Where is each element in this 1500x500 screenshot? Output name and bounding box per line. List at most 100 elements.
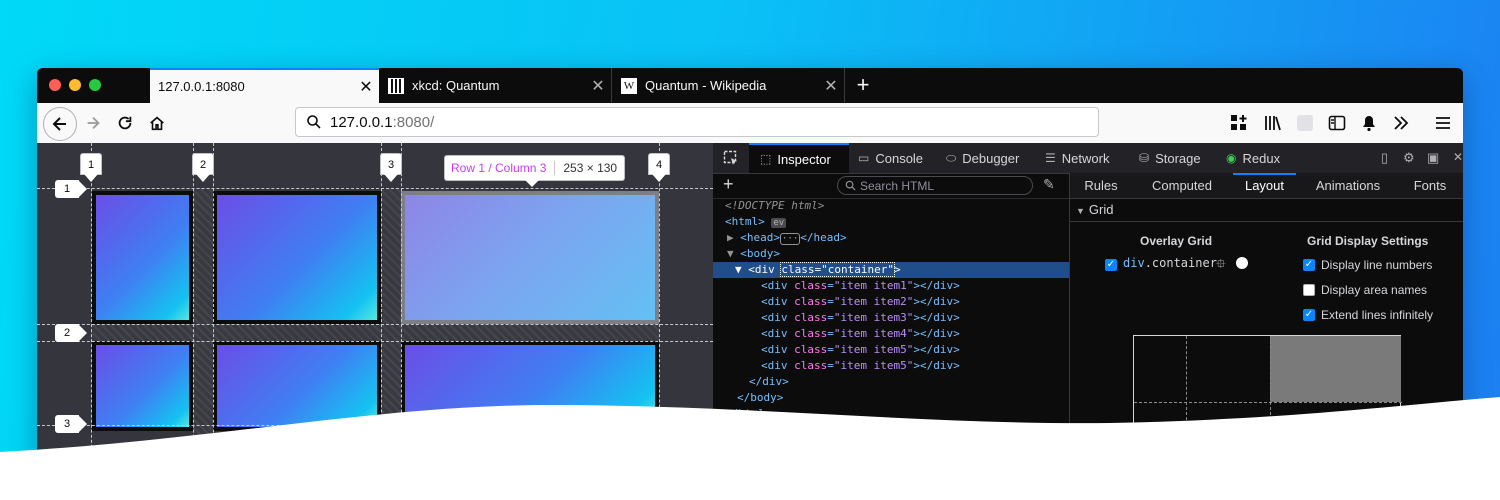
- grid-item-node[interactable]: <div class="item item5"></div>: [761, 358, 960, 374]
- display-line-numbers-checkbox[interactable]: ✓: [1303, 259, 1315, 271]
- tab-redux[interactable]: ◉ Redux: [1226, 143, 1280, 173]
- highlight-target-icon[interactable]: ⯐: [1216, 255, 1226, 277]
- tab-fonts[interactable]: Fonts: [1403, 173, 1457, 198]
- extensions-button[interactable]: [1225, 109, 1253, 137]
- grid-section-header[interactable]: ▼ Grid: [1076, 202, 1113, 217]
- notification-button[interactable]: [1355, 109, 1383, 137]
- grid-row-line: [37, 425, 713, 426]
- sidebar-icon: [1328, 115, 1346, 131]
- container-div-node-selected[interactable]: ▼ <div class="container">: [713, 262, 1069, 278]
- grid-item-node[interactable]: <div class="item item3"></div>: [761, 310, 960, 326]
- collapse-arrow-icon: ▼: [1076, 206, 1085, 216]
- highlighted-grid-cell[interactable]: [1270, 336, 1401, 402]
- close-tab-icon[interactable]: ✕: [818, 76, 844, 96]
- body-node[interactable]: ▼ <body>: [727, 246, 780, 262]
- grid-column-number: 3: [380, 153, 402, 182]
- overlay-grid-title: Overlay Grid: [1140, 234, 1213, 248]
- maximize-window-button[interactable]: [89, 79, 101, 91]
- wikipedia-favicon-icon: W: [621, 77, 637, 94]
- devtools-tabbar: ⬚ Inspector ▭ Console ⬭ Debugger ☰ Network ⛁…: [713, 143, 1463, 174]
- tab-layout[interactable]: Layout: [1233, 173, 1296, 198]
- doctype-node[interactable]: <!DOCTYPE html>: [725, 198, 824, 214]
- tab-network[interactable]: ☰ Network: [1045, 143, 1109, 173]
- grid-item-4[interactable]: [92, 341, 193, 431]
- grid-row-number: 1: [55, 180, 87, 198]
- close-tab-icon[interactable]: ✕: [585, 76, 611, 96]
- new-tab-button[interactable]: +: [850, 72, 876, 98]
- collapse-arrow-icon[interactable]: ▼: [735, 263, 742, 276]
- grid-column-line: [91, 143, 92, 488]
- settings-gear-icon[interactable]: ⚙: [1403, 150, 1415, 166]
- element-picker-icon: [723, 150, 737, 165]
- search-html-input[interactable]: Search HTML: [837, 176, 1033, 195]
- close-devtools-icon[interactable]: ✕: [1453, 150, 1463, 164]
- grid-column-line: [193, 143, 194, 488]
- overflow-button[interactable]: [1387, 109, 1415, 137]
- tab-animations[interactable]: Animations: [1308, 173, 1388, 198]
- container-icon: [1297, 115, 1313, 131]
- overlay-color-swatch[interactable]: [1236, 257, 1248, 269]
- grid-column-line: [381, 143, 382, 488]
- tab-xkcd[interactable]: xkcd: Quantum ✕: [380, 68, 612, 103]
- sidebar-panel: Rules Computed Layout Animations Fonts ▼…: [1070, 173, 1463, 488]
- expand-arrow-icon[interactable]: ▶: [727, 231, 734, 244]
- overlay-grid-item: div.container: [1123, 256, 1217, 270]
- back-icon: [52, 117, 66, 131]
- grid-item-1[interactable]: [92, 191, 193, 324]
- grid-column-line: [659, 143, 660, 488]
- event-badge[interactable]: ev: [771, 218, 787, 228]
- container-button[interactable]: [1291, 109, 1319, 137]
- sidebar-button[interactable]: [1323, 109, 1351, 137]
- menu-button[interactable]: [1429, 109, 1457, 137]
- home-button[interactable]: [143, 109, 171, 137]
- xkcd-favicon-icon: [388, 77, 404, 94]
- close-window-button[interactable]: [49, 79, 61, 91]
- devtools-panel: ⬚ Inspector ▭ Console ⬭ Debugger ☰ Network ⛁…: [713, 143, 1463, 488]
- grid-item-node[interactable]: <div class="item item1"></div>: [761, 278, 960, 294]
- tab-storage[interactable]: ⛁ Storage: [1139, 143, 1201, 173]
- tab-console[interactable]: ▭ Console: [858, 143, 923, 173]
- grid-item-2[interactable]: [213, 191, 381, 324]
- responsive-mode-icon[interactable]: ▯: [1381, 150, 1388, 166]
- browser-window: 127.0.0.1:8080 ✕ xkcd: Quantum ✕ W Quant…: [37, 68, 1463, 488]
- overlay-container-checkbox[interactable]: ✓: [1105, 259, 1117, 271]
- grid-item-5[interactable]: [213, 341, 381, 431]
- html-node[interactable]: <html> ev: [725, 214, 787, 230]
- minimize-window-button[interactable]: [69, 79, 81, 91]
- reload-button[interactable]: [111, 109, 139, 137]
- grid-item-node[interactable]: <div class="item item5"></div>: [761, 342, 960, 358]
- grid-display-settings-title: Grid Display Settings: [1307, 234, 1429, 248]
- back-button[interactable]: [43, 107, 77, 141]
- console-icon: ▭: [858, 151, 870, 165]
- head-node[interactable]: ▶ <head> ··· </head>: [727, 230, 847, 246]
- tab-debugger[interactable]: ⬭ Debugger: [946, 143, 1019, 173]
- grid-item-node[interactable]: <div class="item item4"></div>: [761, 326, 960, 342]
- close-tab-icon[interactable]: ✕: [353, 77, 379, 97]
- inspector-icon: ⬚: [760, 152, 772, 166]
- notification-icon: [1363, 116, 1375, 132]
- tab-strip: 127.0.0.1:8080 ✕ xkcd: Quantum ✕ W Quant…: [37, 68, 1463, 103]
- search-icon: [845, 180, 856, 191]
- url-bar[interactable]: 127.0.0.1:8080/: [295, 107, 1099, 137]
- grid-item-node[interactable]: <div class="item item2"></div>: [761, 294, 960, 310]
- extend-lines-checkbox[interactable]: ✓: [1303, 309, 1315, 321]
- tab-rules[interactable]: Rules: [1076, 173, 1126, 198]
- collapsed-content-icon[interactable]: ···: [780, 233, 801, 245]
- library-button[interactable]: [1259, 109, 1287, 137]
- element-picker-button[interactable]: [723, 150, 739, 169]
- display-area-names-checkbox[interactable]: [1303, 284, 1315, 296]
- add-node-icon[interactable]: +: [723, 174, 734, 195]
- tab-computed[interactable]: Computed: [1142, 173, 1222, 198]
- grid-row-line: [37, 188, 713, 189]
- tab-localhost[interactable]: 127.0.0.1:8080 ✕: [150, 68, 379, 103]
- dock-bottom-icon[interactable]: ▣: [1427, 150, 1439, 166]
- eyedropper-icon[interactable]: ✎: [1043, 176, 1055, 193]
- grid-column-number: 4: [648, 153, 670, 182]
- tab-wikipedia[interactable]: W Quantum - Wikipedia ✕: [613, 68, 845, 103]
- url-text: 127.0.0.1:8080/: [330, 114, 435, 131]
- collapse-arrow-icon[interactable]: ▼: [727, 247, 734, 260]
- tab-inspector[interactable]: ⬚ Inspector: [749, 143, 849, 173]
- forward-button[interactable]: [79, 109, 107, 137]
- grid-item-6[interactable]: [401, 341, 659, 431]
- grid-item-3[interactable]: [401, 191, 659, 324]
